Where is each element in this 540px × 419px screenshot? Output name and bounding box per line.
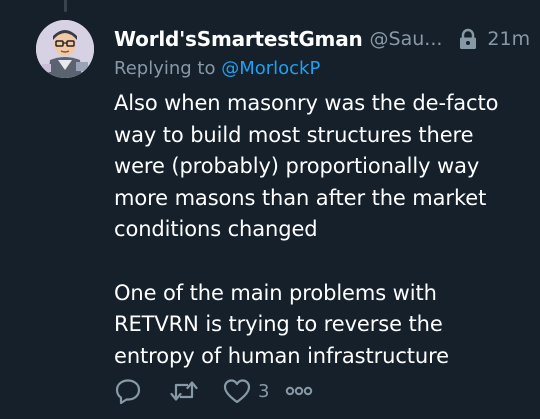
tweet-paragraph: Also when masonry was the de-facto way t… bbox=[114, 91, 499, 242]
like-button[interactable]: 3 bbox=[222, 377, 269, 405]
replying-to-prefix: Replying to bbox=[114, 58, 222, 79]
more-options-button[interactable] bbox=[285, 384, 313, 398]
retweet-button[interactable] bbox=[168, 377, 200, 405]
lock-icon bbox=[458, 28, 478, 50]
like-count: 3 bbox=[258, 380, 270, 402]
speech-bubble-icon bbox=[114, 377, 142, 405]
tweet-body: Also when masonry was the de-facto way t… bbox=[114, 88, 528, 372]
user-handle[interactable]: @Sau... bbox=[370, 28, 443, 50]
tweet-action-bar: 3 bbox=[114, 374, 313, 408]
reply-button[interactable] bbox=[114, 377, 142, 405]
thread-connector-line bbox=[64, 0, 67, 12]
replying-to-mention[interactable]: @MorlockP bbox=[221, 58, 320, 79]
display-name[interactable]: World'sSmartestGman bbox=[114, 27, 363, 51]
replying-to-line: Replying to @MorlockP bbox=[114, 58, 320, 79]
three-dots-icon bbox=[285, 384, 313, 398]
avatar[interactable] bbox=[36, 20, 94, 78]
tweet-paragraph: One of the main problems with RETVRN is … bbox=[114, 280, 450, 368]
tweet-header: World'sSmartestGman @Sau... 21m bbox=[114, 26, 530, 52]
heart-icon bbox=[222, 377, 252, 405]
tweet-timestamp[interactable]: 21m bbox=[487, 28, 530, 50]
retweet-arrows-icon bbox=[168, 377, 200, 405]
